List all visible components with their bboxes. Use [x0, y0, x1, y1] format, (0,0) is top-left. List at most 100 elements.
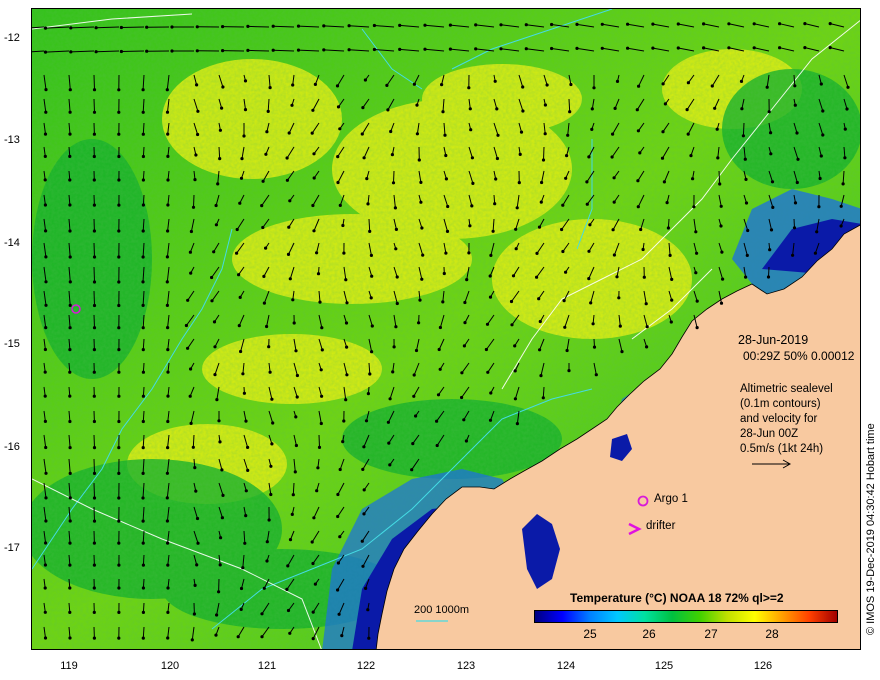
- velocity-arrow-head: [361, 106, 365, 110]
- velocity-arrow-head: [695, 326, 699, 330]
- velocity-arrow-head: [311, 561, 315, 566]
- velocity-arrow-head: [435, 443, 439, 448]
- velocity-arrow-head: [68, 280, 72, 284]
- velocity-arrow-head: [515, 206, 519, 210]
- velocity-arrow: [142, 626, 145, 639]
- velocity-arrow-head: [43, 347, 47, 352]
- velocity-arrow-head: [215, 613, 219, 617]
- velocity-arrow-head: [68, 636, 72, 640]
- velocity-arrow-head: [68, 563, 72, 567]
- velocity-arrow-head: [695, 299, 699, 303]
- velocity-arrow-head: [92, 280, 97, 284]
- velocity-arrow-head: [716, 156, 720, 160]
- velocity-arrow-head: [803, 22, 807, 26]
- velocity-arrow-head: [117, 610, 121, 615]
- velocity-arrow-head: [746, 228, 750, 233]
- velocity-arrow-head: [564, 270, 568, 274]
- velocity-arrow-head: [264, 152, 268, 156]
- velocity-arrow-head: [141, 446, 145, 450]
- velocity-arrow-head: [141, 203, 145, 207]
- velocity-arrow-head: [841, 182, 845, 186]
- velocity-arrow-head: [43, 154, 47, 158]
- velocity-arrow-head: [739, 79, 744, 83]
- velocity-arrow-head: [260, 204, 264, 208]
- velocity-arrow-head: [778, 46, 782, 50]
- velocity-arrow-head: [117, 636, 121, 640]
- velocity-arrow-head: [694, 271, 698, 275]
- velocity-arrow-head: [792, 226, 797, 230]
- velocity-arrow-head: [265, 559, 269, 563]
- velocity-arrow-head: [489, 391, 493, 395]
- velocity-arrow-head: [119, 49, 123, 54]
- velocity-arrow-head: [803, 46, 807, 50]
- velocity-arrow-head: [436, 393, 441, 397]
- velocity-arrow-head: [569, 82, 573, 87]
- velocity-arrow-head: [489, 253, 493, 257]
- velocity-arrow-head: [791, 253, 795, 257]
- velocity-arrow: [368, 218, 371, 232]
- velocity-arrow-head: [94, 50, 98, 54]
- x-tick-label: 120: [160, 660, 180, 672]
- velocity-arrow-head: [44, 326, 48, 330]
- velocity-arrow-head: [410, 468, 414, 472]
- velocity-arrow-head: [419, 180, 423, 184]
- velocity-arrow-head: [288, 538, 293, 542]
- velocity-arrow-head: [194, 153, 198, 157]
- velocity-arrow-head: [94, 26, 98, 30]
- velocity-arrow-head: [92, 541, 96, 545]
- velocity-arrow-head: [641, 247, 645, 252]
- velocity-arrow-head: [460, 395, 464, 400]
- velocity-arrow-head: [288, 277, 292, 281]
- velocity-arrow-head: [613, 106, 617, 110]
- velocity-arrow-head: [165, 471, 169, 475]
- velocity-arrow-head: [676, 22, 680, 26]
- velocity-arrow-head: [243, 541, 247, 545]
- velocity-arrow: [193, 194, 195, 208]
- velocity-arrow-head: [471, 181, 475, 185]
- velocity-arrow-head: [292, 321, 296, 325]
- velocity-arrow-head: [336, 492, 340, 497]
- velocity-arrow-head: [793, 84, 797, 88]
- velocity-arrow-head: [718, 182, 722, 186]
- velocity-arrow-head: [141, 88, 145, 92]
- velocity-arrow-head: [141, 563, 145, 567]
- velocity-arrow-head: [575, 46, 579, 51]
- velocity-arrow-head: [418, 298, 422, 302]
- y-tick-label: -15: [4, 338, 20, 350]
- velocity-arrow-head: [535, 275, 539, 279]
- y-tick-label: -16: [4, 441, 20, 453]
- velocity-arrow-head: [244, 419, 248, 423]
- velocity-arrow-head: [117, 303, 121, 308]
- velocity-arrow-head: [615, 275, 619, 279]
- velocity-arrow-head: [620, 350, 624, 354]
- velocity-arrow-head: [92, 394, 96, 398]
- velocity-arrow-head: [817, 205, 821, 209]
- velocity-arrow-head: [537, 225, 542, 229]
- velocity-arrow-head: [411, 442, 415, 446]
- velocity-arrow-head: [189, 229, 193, 234]
- velocity-arrow: [742, 122, 745, 136]
- velocity-arrow-head: [341, 223, 345, 228]
- velocity-arrow-head: [68, 88, 72, 92]
- velocity-arrow-head: [515, 422, 519, 426]
- velocity-arrow-head: [166, 178, 170, 182]
- velocity-arrow-head: [386, 420, 390, 424]
- velocity-arrow-head: [336, 180, 340, 185]
- velocity-arrow-head: [521, 85, 525, 89]
- velocity-arrow-head: [562, 299, 566, 303]
- velocity-arrow-head: [470, 156, 474, 160]
- velocity-arrow-head: [195, 83, 199, 87]
- velocity-arrow-head: [626, 46, 630, 50]
- velocity-arrow-head: [423, 47, 427, 51]
- velocity-arrow-head: [338, 127, 342, 131]
- velocity-arrow-head: [117, 496, 121, 500]
- velocity-arrow-head: [686, 81, 691, 85]
- velocity-arrow-head: [239, 349, 243, 354]
- velocity-arrow-head: [610, 155, 614, 159]
- velocity-arrow-head: [741, 134, 746, 138]
- velocity-arrow-head: [294, 349, 298, 353]
- velocity-arrow-head: [336, 561, 340, 565]
- velocity-arrow-head: [43, 132, 48, 136]
- velocity-arrow-head: [444, 153, 448, 158]
- velocity-arrow-head: [651, 46, 655, 50]
